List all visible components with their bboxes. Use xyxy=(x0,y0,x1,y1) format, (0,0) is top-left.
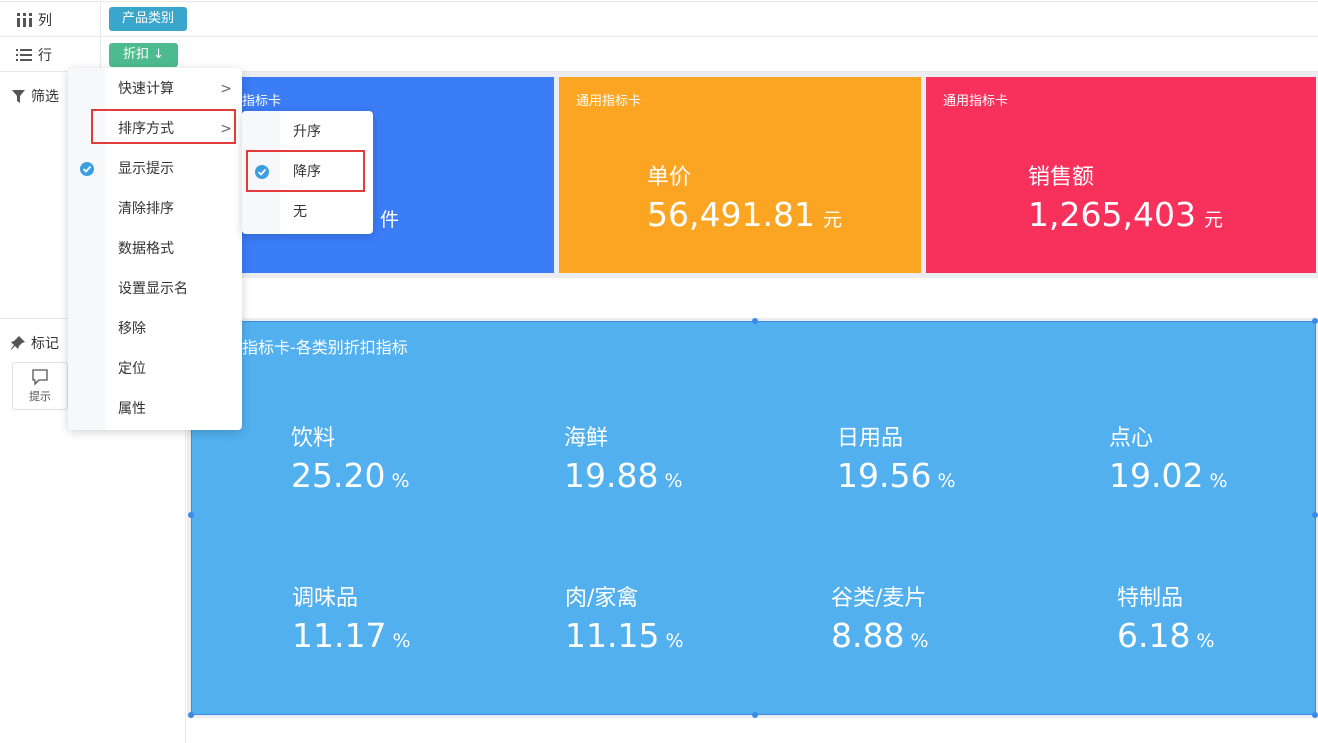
tooltip-mark-label: 提示 xyxy=(29,390,51,403)
menu-item-quick-calc[interactable]: 快速计算 > xyxy=(68,69,242,109)
rows-label: 行 xyxy=(38,48,52,64)
columns-shelf: 列 xyxy=(16,10,52,30)
resize-handle-top[interactable] xyxy=(752,318,758,324)
category-kpi-panel[interactable]: 类指标卡-各类别折扣指标 饮料 25.20% 海鲜 19.88% 日用品 19.… xyxy=(191,321,1316,715)
panel-title: 类指标卡-各类别折扣指标 xyxy=(226,338,408,357)
card-value: 56,491.81 元 xyxy=(647,195,842,234)
columns-label: 列 xyxy=(38,13,52,29)
resize-handle-bottom[interactable] xyxy=(752,712,758,718)
metric-condiments: 调味品 11.17% xyxy=(292,586,411,655)
metric-specialty: 特制品 6.18% xyxy=(1117,586,1215,655)
metric-beverages: 饮料 25.20% xyxy=(291,426,410,495)
sort-order-highlight xyxy=(91,109,236,144)
menu-item-locate[interactable]: 定位 xyxy=(68,349,242,389)
card-title: 通用指标卡 xyxy=(943,94,1009,109)
comment-icon xyxy=(32,369,48,386)
row-pill-discount[interactable]: 折扣 ↓ xyxy=(109,43,179,67)
menu-item-remove[interactable]: 移除 xyxy=(68,309,242,349)
column-pill-category[interactable]: 产品类别 xyxy=(109,7,188,31)
check-icon xyxy=(80,162,94,176)
resize-handle-bottom-right[interactable] xyxy=(1312,712,1318,718)
card-title: 指标卡 xyxy=(242,94,282,109)
marks-section: 标记 xyxy=(11,333,59,353)
filter-icon xyxy=(12,89,25,103)
menu-item-set-display-name[interactable]: 设置显示名 xyxy=(68,269,242,309)
resize-handle-top-right[interactable] xyxy=(1312,318,1318,324)
metric-desserts: 点心 19.02% xyxy=(1109,426,1228,495)
filter-section[interactable]: 筛选 xyxy=(12,86,59,106)
menu-item-properties[interactable]: 属性 xyxy=(68,389,242,429)
chevron-right-icon: > xyxy=(220,81,232,97)
kpi-card-unit-price[interactable]: 通用指标卡 单价 56,491.81 元 xyxy=(559,77,921,273)
menu-item-show-tooltip[interactable]: 显示提示 xyxy=(68,149,242,189)
card-label: 销售额 xyxy=(1028,165,1095,190)
metric-grains-cereals: 谷类/麦片 8.88% xyxy=(831,586,929,655)
filter-label: 筛选 xyxy=(31,89,59,105)
submenu-item-none[interactable]: 无 xyxy=(242,192,373,232)
resize-handle-right[interactable] xyxy=(1312,512,1318,518)
rows-shelf: 行 xyxy=(16,45,52,65)
columns-icon xyxy=(17,13,32,27)
resize-handle-left[interactable] xyxy=(188,512,194,518)
card-value: 1,265,403 元 xyxy=(1028,195,1223,234)
metric-meat-poultry: 肉/家禽 11.15% xyxy=(565,586,684,655)
card-title: 通用指标卡 xyxy=(576,94,642,109)
resize-handle-bottom-left[interactable] xyxy=(188,712,194,718)
menu-item-clear-sort[interactable]: 清除排序 xyxy=(68,189,242,229)
sort-desc-icon: ↓ xyxy=(153,47,165,62)
tooltip-mark-button[interactable]: 提示 xyxy=(12,362,68,410)
menu-item-data-format[interactable]: 数据格式 xyxy=(68,229,242,269)
card-label: 单价 xyxy=(647,165,692,190)
rows-icon xyxy=(16,49,32,61)
kpi-card-sales[interactable]: 通用指标卡 销售额 1,265,403 元 xyxy=(926,77,1316,273)
pin-icon xyxy=(11,336,25,350)
metric-daily-goods: 日用品 19.56% xyxy=(837,426,956,495)
metric-seafood: 海鲜 19.88% xyxy=(564,426,683,495)
marks-label: 标记 xyxy=(31,336,59,352)
row-pill-label: 折扣 xyxy=(123,47,150,62)
descending-highlight xyxy=(246,150,365,192)
submenu-item-ascending[interactable]: 升序 xyxy=(242,112,373,152)
